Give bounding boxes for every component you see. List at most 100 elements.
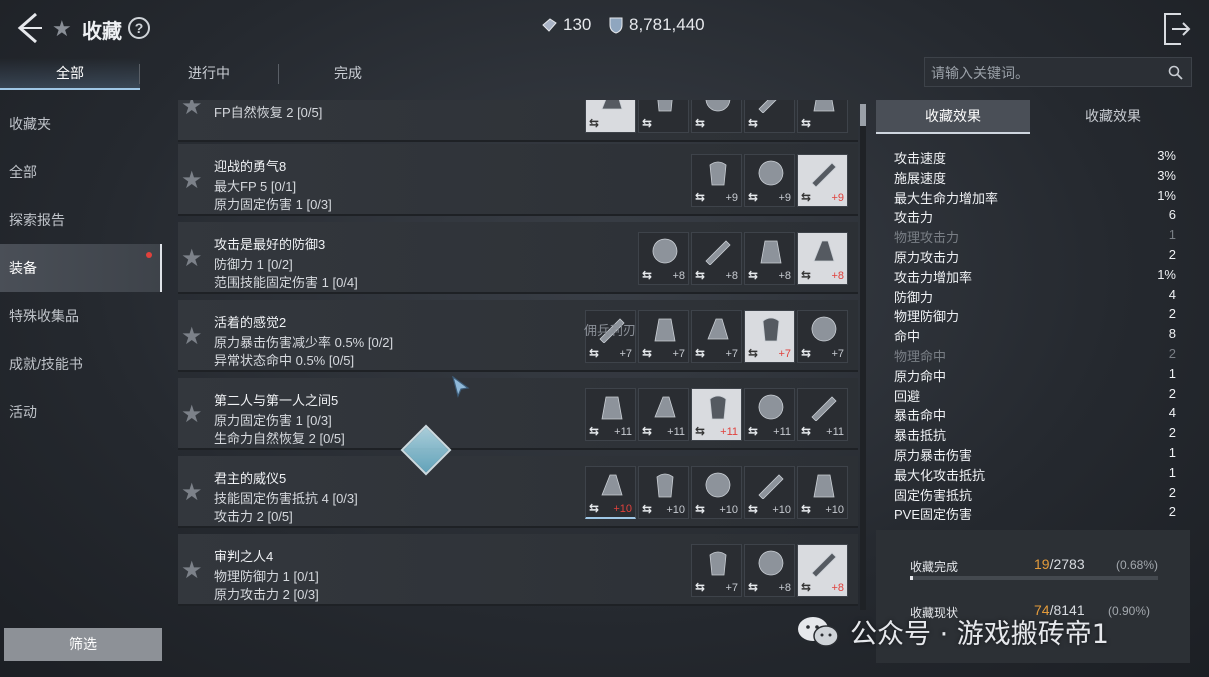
swap-icon: ⇆ [589, 501, 600, 515]
effect-name: 命中 [894, 329, 921, 345]
upgrade-level: +11 [667, 426, 685, 438]
equipment-slot[interactable]: ⇆ +7 [691, 544, 742, 597]
equipment-slot[interactable]: ⇆ +7 [797, 310, 848, 363]
equipment-slot[interactable]: ⇆ [691, 100, 742, 133]
equipment-slot[interactable]: ⇆ +8 [744, 232, 795, 285]
collection-row[interactable]: ★ 第二人与第一人之间5 原力固定伤害 1 [0/3] 生命力自然恢复 2 [0/5]… [178, 378, 858, 450]
collection-row[interactable]: ★ 攻击是最好的防御3 防御力 1 [0/2] 范围技能固定伤害 1 [0/4] ⇆ +8… [178, 222, 858, 294]
back-button[interactable] [12, 10, 48, 46]
effect-value: 1 [1168, 227, 1176, 243]
notification-dot [146, 252, 152, 258]
equipment-icon [758, 160, 784, 186]
effect-row: 防御力 4 [894, 287, 1176, 307]
upgrade-level: +8 [831, 270, 844, 282]
sidebar-item-events[interactable]: 活动 [0, 388, 162, 436]
sidebar-item-equipment[interactable]: 装备 [0, 244, 162, 292]
watermark: 公众号 · 游戏搬砖帝1 [796, 612, 1109, 651]
sidebar-item-exploration[interactable]: 探索报告 [0, 196, 162, 244]
collection-row[interactable]: ★ 审判之人4 物理防御力 1 [0/1] 原力攻击力 2 [0/3] ⇆ +7 ⇆ +8 ⇆ +… [178, 534, 858, 606]
filter-button[interactable]: 筛选 [4, 628, 162, 661]
tab-collection-effect-2[interactable]: 收藏效果 [1036, 100, 1190, 134]
upgrade-level: +7 [778, 348, 791, 360]
sidebar-item-favorites[interactable]: 收藏夹 [0, 100, 162, 148]
equipment-slot[interactable]: ⇆ +10 [744, 466, 795, 519]
equipment-slot[interactable]: ⇆ +9 [797, 154, 848, 207]
upgrade-level: +8 [831, 582, 844, 594]
equipment-slot[interactable]: ⇆ +10 [585, 466, 636, 519]
set-bonus-stat: 原力固定伤害 1 [0/3] [214, 413, 332, 428]
help-icon[interactable]: ? [128, 17, 150, 39]
search-input[interactable] [931, 62, 1161, 84]
equipment-slot[interactable]: ⇆ +10 [638, 466, 689, 519]
currency-coins: 8,781,440 [608, 15, 705, 35]
set-bonus-stat: 物理防御力 1 [0/1] [214, 569, 319, 584]
favorite-star-icon[interactable]: ★ [181, 100, 203, 121]
tab-in-progress[interactable]: 进行中 [140, 58, 278, 90]
effect-row: 物理防御力 2 [894, 306, 1176, 326]
equipment-slot[interactable]: ⇆ +8 [797, 544, 848, 597]
search-icon[interactable] [1168, 65, 1183, 80]
collection-row[interactable]: ★ 君主的威仪5 技能固定伤害抵抗 4 [0/3] 攻击力 2 [0/5] ⇆ +10 ⇆ +… [178, 456, 858, 528]
set-name: 活着的感觉2 [214, 315, 287, 330]
exit-button[interactable] [1163, 12, 1191, 46]
equipment-slot[interactable]: ⇆ +9 [691, 154, 742, 207]
favorite-star-icon[interactable]: ★ [181, 478, 203, 507]
effect-name: 最大生命力增加率 [894, 190, 999, 206]
set-bonus-stat: 原力攻击力 2 [0/3] [214, 587, 319, 602]
effect-name: 攻击力增加率 [894, 269, 973, 285]
effect-row: 攻击力 6 [894, 207, 1176, 227]
collection-row[interactable]: ★ 迎战的勇气8 最大FP 5 [0/1] 原力固定伤害 1 [0/3] ⇆ +9 ⇆ +9 ⇆… [178, 144, 858, 216]
equipment-icon [762, 317, 780, 342]
list-scrollbar[interactable] [860, 104, 866, 610]
favorite-star-icon[interactable]: ★ [181, 400, 203, 429]
swap-icon: ⇆ [695, 190, 706, 204]
equipment-slot[interactable]: ⇆ [744, 100, 795, 133]
favorite-star-icon[interactable]: ★ [181, 244, 203, 273]
effect-row: 命中 8 [894, 326, 1176, 346]
equipment-slot[interactable]: ⇆ [797, 100, 848, 133]
equipment-slot[interactable]: ⇆ +11 [744, 388, 795, 441]
equipment-slot[interactable]: ⇆ +11 [585, 388, 636, 441]
equipment-slot[interactable]: ⇆ +7 [691, 310, 742, 363]
favorite-star-icon[interactable]: ★ [181, 556, 203, 585]
swap-icon: ⇆ [642, 268, 653, 282]
tab-collection-effect[interactable]: 收藏效果 [876, 100, 1030, 134]
equipment-slot[interactable]: ⇆ +10 [797, 466, 848, 519]
equipment-slot[interactable]: ⇆ +7 [744, 310, 795, 363]
equipment-slot[interactable]: ⇆ +11 [638, 388, 689, 441]
scroll-thumb[interactable] [860, 104, 866, 126]
sidebar-item-achievements[interactable]: 成就/技能书 [0, 340, 162, 388]
equipment-icon [652, 238, 678, 264]
equipment-slot[interactable]: ⇆ +11 [691, 388, 742, 441]
effect-row: 暴击抵抗 2 [894, 425, 1176, 445]
favorite-star-icon[interactable]: ★ [181, 322, 203, 351]
equipment-slot[interactable]: ⇆ +8 [744, 544, 795, 597]
equipment-slot[interactable]: ⇆ [638, 100, 689, 133]
equipment-icon [758, 474, 784, 499]
set-bonus-stat: 范围技能固定伤害 1 [0/4] [214, 275, 358, 290]
equipment-slot[interactable]: ⇆ +7 [638, 310, 689, 363]
effect-value: 1 [1168, 444, 1176, 460]
equipment-icon [654, 396, 676, 418]
effect-value: 4 [1168, 405, 1176, 421]
equipment-slot[interactable]: ⇆ [585, 100, 636, 133]
collection-row[interactable]: ★ 活着的感觉2 原力暴击伤害减少率 0.5% [0/2] 异常状态命中 0.5% [… [178, 300, 858, 372]
favorite-star-icon[interactable]: ★ [181, 166, 203, 195]
equipment-slot[interactable]: ⇆ +8 [797, 232, 848, 285]
effect-value: 2 [1168, 345, 1176, 361]
sidebar-item-special[interactable]: 特殊收集品 [0, 292, 162, 340]
collection-row[interactable]: ★ FP自然恢复 2 [0/5] ⇆ ⇆ ⇆ ⇆ ⇆ [178, 100, 858, 142]
equipment-slot[interactable]: ⇆ +9 [744, 154, 795, 207]
equipment-slot[interactable]: ⇆ +11 [797, 388, 848, 441]
equipment-slot[interactable]: ⇆ +8 [638, 232, 689, 285]
equipment-icon [709, 161, 727, 186]
equipment-slot[interactable]: ⇆ +10 [691, 466, 742, 519]
tab-complete[interactable]: 完成 [279, 58, 417, 90]
set-bonus-stat: 防御力 1 [0/2] [214, 257, 293, 272]
favorite-star-icon[interactable]: ★ [52, 16, 72, 42]
tab-all[interactable]: 全部 [0, 58, 140, 90]
equipment-slot[interactable]: ⇆ +8 [691, 232, 742, 285]
equipment-icon [811, 162, 837, 187]
sidebar-item-label: 全部 [9, 164, 37, 180]
sidebar-item-all[interactable]: 全部 [0, 148, 162, 196]
